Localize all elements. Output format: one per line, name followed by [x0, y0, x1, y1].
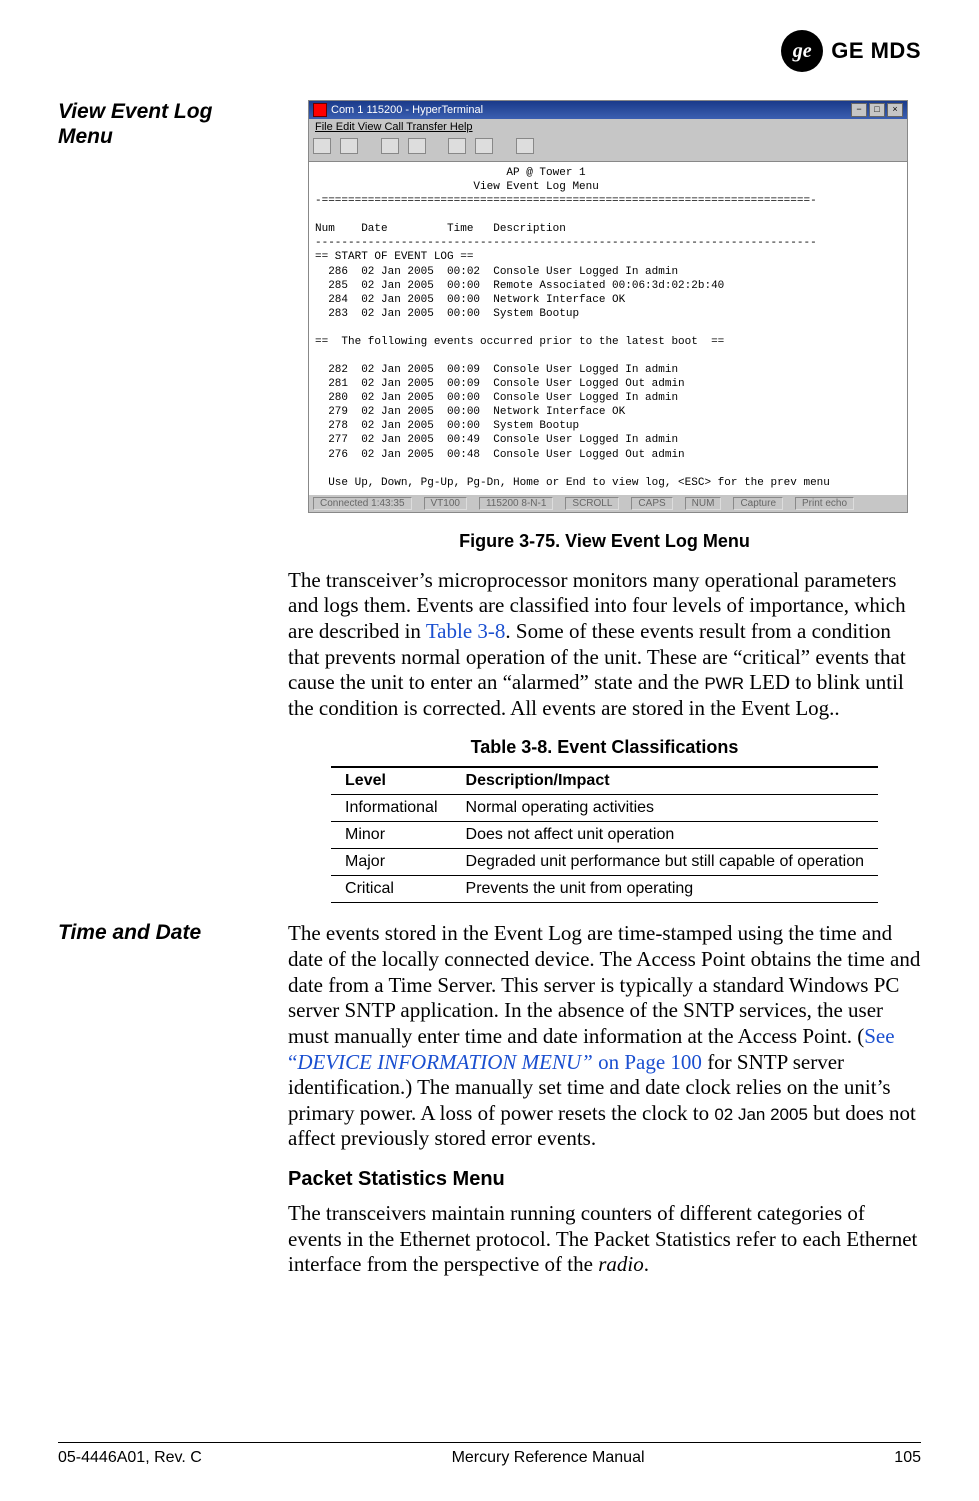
- table-cell: Informational: [331, 795, 452, 822]
- footer-right: 105: [894, 1449, 921, 1467]
- figure-caption: Figure 3-75. View Event Log Menu: [288, 531, 921, 552]
- app-icon: [313, 103, 327, 117]
- table-cell: Major: [331, 849, 452, 876]
- toolbar-btn-icon: [475, 138, 493, 154]
- margin-heading-event-log: View Event Log Menu: [58, 100, 258, 150]
- body-paragraph-3: The transceivers maintain running counte…: [288, 1201, 921, 1278]
- hyperterminal-screenshot: Com 1 115200 - HyperTerminal − □ × File …: [308, 100, 908, 513]
- brand-text: GE MDS: [831, 38, 921, 64]
- body-paragraph-1: The transceiver’s microprocessor monitor…: [288, 568, 921, 722]
- window-title: Com 1 115200 - HyperTerminal: [331, 104, 483, 116]
- table-link[interactable]: Table 3-8: [426, 619, 506, 643]
- event-classifications-table: Level Description/Impact InformationalNo…: [331, 766, 878, 903]
- window-menubar: File Edit View Call Transfer Help: [309, 119, 907, 135]
- xref-link[interactable]: DEVICE INFORMATION MENU”: [297, 1050, 593, 1074]
- table-header: Description/Impact: [452, 767, 878, 795]
- footer-left: 05-4446A01, Rev. C: [58, 1449, 202, 1467]
- table-header: Level: [331, 767, 452, 795]
- toolbar-btn-icon: [408, 138, 426, 154]
- table-cell: Prevents the unit from operating: [452, 876, 878, 903]
- window-toolbar: [309, 135, 907, 162]
- margin-heading-time-date: Time and Date: [58, 921, 258, 946]
- page-footer: 05-4446A01, Rev. C Mercury Reference Man…: [58, 1442, 921, 1467]
- table-cell: Degraded unit performance but still capa…: [452, 849, 878, 876]
- table-caption: Table 3-8. Event Classifications: [288, 737, 921, 758]
- xref-link[interactable]: on Page 100: [593, 1050, 702, 1074]
- maximize-icon: □: [869, 103, 885, 117]
- table-cell: Does not affect unit operation: [452, 822, 878, 849]
- terminal-output: AP @ Tower 1 View Event Log Menu -======…: [309, 162, 907, 494]
- minimize-icon: −: [851, 103, 867, 117]
- toolbar-btn-icon: [448, 138, 466, 154]
- window-statusbar: Connected 1:43:35 VT100 115200 8-N-1 SCR…: [309, 494, 907, 512]
- toolbar-btn-icon: [516, 138, 534, 154]
- toolbar-btn-icon: [313, 138, 331, 154]
- table-cell: Normal operating activities: [452, 795, 878, 822]
- section-heading: Packet Statistics Menu: [288, 1168, 921, 1191]
- brand-logo: ge GE MDS: [781, 30, 921, 72]
- table-cell: Critical: [331, 876, 452, 903]
- ge-monogram-icon: ge: [781, 30, 823, 72]
- close-icon: ×: [887, 103, 903, 117]
- toolbar-btn-icon: [340, 138, 358, 154]
- table-cell: Minor: [331, 822, 452, 849]
- footer-center: Mercury Reference Manual: [452, 1449, 645, 1467]
- body-paragraph-2: The events stored in the Event Log are t…: [288, 921, 921, 1151]
- toolbar-btn-icon: [381, 138, 399, 154]
